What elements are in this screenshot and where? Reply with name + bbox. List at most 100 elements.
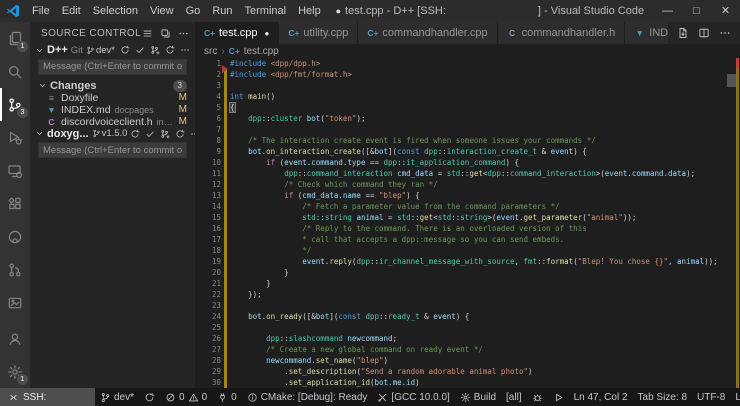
activity-git-graph[interactable] — [0, 253, 30, 286]
status-indentation[interactable]: Tab Size: 8 — [633, 388, 692, 406]
commit-icon[interactable] — [145, 129, 155, 139]
repo-branch[interactable]: v1.5.0 — [92, 128, 128, 139]
line-number[interactable]: 27 — [195, 344, 221, 355]
status-git-branch[interactable]: dev* — [95, 388, 139, 406]
menu-edit[interactable]: Edit — [56, 0, 87, 22]
repo-header-0[interactable]: D++Gitdev* — [30, 44, 195, 56]
status-cmake-status[interactable]: CMake: [Debug]: Ready — [242, 388, 373, 406]
code-line[interactable]: 17 * call that accepts a dpp::message so… — [195, 234, 740, 245]
line-number[interactable]: 7 — [195, 124, 221, 135]
code-line[interactable]: 21 } — [195, 278, 740, 289]
open-changes-icon[interactable] — [677, 27, 689, 39]
activity-source-control[interactable]: 3 — [0, 88, 30, 121]
tab-dirty-indicator[interactable]: ● — [265, 29, 270, 38]
line-number[interactable]: 22 — [195, 289, 221, 300]
code-line[interactable]: 1#include <dpp/dpp.h> — [195, 58, 740, 69]
menu-run[interactable]: Run — [206, 0, 238, 22]
minimize-button[interactable]: — — [653, 0, 682, 22]
code-line[interactable]: 12 /* Check which command they ran */ — [195, 179, 740, 190]
code-line[interactable]: 9 bot.on_interaction_create([&bot](const… — [195, 146, 740, 157]
more-actions-icon[interactable] — [180, 45, 190, 55]
tab-commandhandler-h[interactable]: Ccommandhandler.h — [498, 22, 626, 44]
sync-icon[interactable] — [165, 45, 175, 55]
line-number[interactable]: 17 — [195, 234, 221, 245]
line-number[interactable]: 4 — [195, 91, 221, 102]
refresh-icon[interactable] — [130, 129, 140, 139]
refresh-icon[interactable] — [120, 45, 130, 55]
status-cursor-position[interactable]: Ln 47, Col 2 — [569, 388, 633, 406]
menu-help[interactable]: Help — [292, 0, 327, 22]
line-number[interactable]: 6 — [195, 113, 221, 124]
code-line[interactable]: 25 — [195, 322, 740, 333]
menu-selection[interactable]: Selection — [87, 0, 144, 22]
menu-view[interactable]: View — [144, 0, 180, 22]
code-line[interactable]: 15 std::string animal = std::get<std::st… — [195, 212, 740, 223]
status-cmake-launch[interactable] — [548, 388, 569, 406]
code-line[interactable]: 5{ — [195, 102, 740, 113]
tab-utility-cpp[interactable]: C+utility.cpp — [279, 22, 358, 44]
code-line[interactable]: 22 }); — [195, 289, 740, 300]
line-number[interactable]: 11 — [195, 168, 221, 179]
chevron-down-icon[interactable] — [38, 81, 47, 90]
code-line[interactable]: 2#include <dpp/fmt/format.h> — [195, 69, 740, 80]
line-number[interactable]: 16 — [195, 223, 221, 234]
maximize-button[interactable]: □ — [682, 0, 711, 22]
repo-branch[interactable]: dev* — [86, 45, 115, 56]
line-number[interactable]: 10 — [195, 157, 221, 168]
more-actions-icon[interactable] — [719, 27, 731, 39]
code-line[interactable]: 14 /* Fetch a parameter value from the c… — [195, 201, 740, 212]
code-line[interactable]: 8 /* The interaction create event is fir… — [195, 135, 740, 146]
breadcrumb-item[interactable]: test.cpp — [244, 46, 279, 57]
line-number[interactable]: 23 — [195, 300, 221, 311]
code-line[interactable]: 20 } — [195, 267, 740, 278]
line-number[interactable]: 21 — [195, 278, 221, 289]
code-line[interactable]: 13 if (cmd_data.name == "blep") { — [195, 190, 740, 201]
changes-section-header[interactable]: Changes3 — [30, 80, 195, 92]
line-number[interactable]: 20 — [195, 267, 221, 278]
commit-icon[interactable] — [135, 45, 145, 55]
status-cmake-kit[interactable]: [GCC 10.0.0] — [372, 388, 454, 406]
code-line[interactable]: 11 dpp::command_interaction cmd_data = s… — [195, 168, 740, 179]
line-number[interactable]: 15 — [195, 212, 221, 223]
changed-file-row[interactable]: ▼INDEX.mddocpagesM — [30, 104, 195, 116]
line-number[interactable]: 14 — [195, 201, 221, 212]
branch-plus-icon[interactable] — [150, 45, 160, 55]
activity-run-debug[interactable] — [0, 121, 30, 154]
changed-file-row[interactable]: Cdiscordvoiceclient.hinclude/d...M — [30, 116, 195, 128]
code-line[interactable]: 26 dpp::slashcommand newcommand; — [195, 333, 740, 344]
code-editor[interactable]: 1#include <dpp/dpp.h>2#include <dpp/fmt/… — [195, 58, 740, 388]
line-number[interactable]: 9 — [195, 146, 221, 157]
branch-plus-icon[interactable] — [160, 129, 170, 139]
commit-message-input[interactable] — [38, 142, 187, 158]
code-line[interactable]: 7 — [195, 124, 740, 135]
menu-terminal[interactable]: Terminal — [239, 0, 293, 22]
activity-remote-explorer[interactable] — [0, 154, 30, 187]
line-number[interactable]: 30 — [195, 377, 221, 388]
status-cmake-debug[interactable] — [527, 388, 548, 406]
scrollbar-thumb[interactable] — [727, 74, 736, 87]
more-views-icon[interactable] — [160, 28, 171, 39]
line-number[interactable]: 28 — [195, 355, 221, 366]
status-sync[interactable] — [139, 388, 160, 406]
breadcrumb-item[interactable]: src — [204, 46, 217, 57]
tab-commandhandler-cpp[interactable]: C+commandhandler.cpp — [358, 22, 497, 44]
menu-go[interactable]: Go — [180, 0, 207, 22]
line-number[interactable]: 2 — [195, 69, 221, 80]
status-eol[interactable]: LF — [730, 388, 740, 406]
code-line[interactable]: 6 dpp::cluster bot("token"); — [195, 113, 740, 124]
code-line[interactable]: 3 — [195, 80, 740, 91]
activity-search[interactable] — [0, 55, 30, 88]
close-button[interactable]: ✕ — [711, 0, 740, 22]
status-ports[interactable]: 0 — [212, 388, 242, 406]
line-number[interactable]: 26 — [195, 333, 221, 344]
code-line[interactable]: 28 newcommand.set_name("blep") — [195, 355, 740, 366]
line-number[interactable]: 29 — [195, 366, 221, 377]
code-line[interactable]: 24 bot.on_ready([&bot](const dpp::ready_… — [195, 311, 740, 322]
more-actions-icon[interactable] — [178, 28, 189, 39]
chevron-down-icon[interactable] — [35, 46, 44, 55]
line-number[interactable]: 13 — [195, 190, 221, 201]
line-number[interactable]: 25 — [195, 322, 221, 333]
code-line[interactable]: 16 /* Reply to the command. There is an … — [195, 223, 740, 234]
commit-message-input[interactable] — [38, 59, 187, 75]
line-number[interactable]: 12 — [195, 179, 221, 190]
